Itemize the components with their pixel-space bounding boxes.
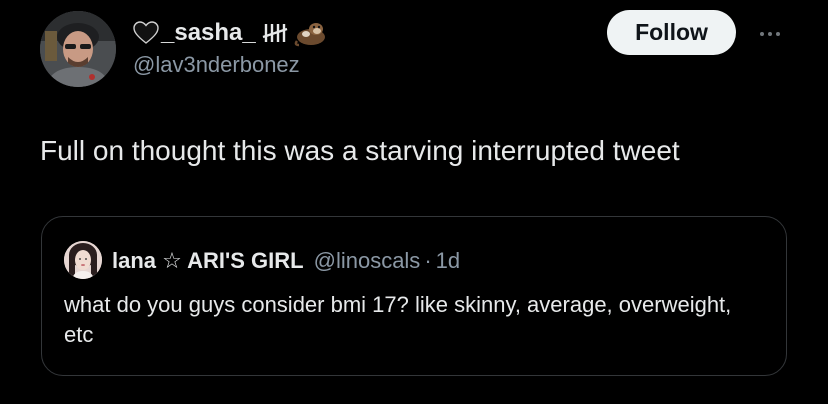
author-avatar-image [40,11,116,87]
quoted-author-avatar[interactable] [64,241,102,279]
tweet-text: Full on thought this was a starving inte… [40,135,680,166]
otter-icon [294,23,325,47]
author-display-name[interactable]: _sasha_ [133,17,328,49]
quoted-avatar-image [64,241,102,279]
author-name-text: _sasha_ [161,19,256,46]
author-avatar[interactable] [40,11,116,87]
more-dot-icon [768,32,772,36]
quoted-handle[interactable]: @linoscals [314,248,421,274]
quoted-separator: · [424,248,432,273]
follow-button[interactable]: Follow [607,10,736,55]
more-dot-icon [760,32,764,36]
black-heart-icon [133,21,159,44]
quoted-tweet-card[interactable]: lana ☆ ARI'S GIRL @linoscals · 1d what d… [41,216,787,376]
tally-marks-icon [262,24,288,42]
more-dot-icon [776,32,780,36]
more-options-button[interactable] [752,22,788,46]
quoted-display-name[interactable]: lana ☆ ARI'S GIRL [112,248,304,274]
quoted-header: lana ☆ ARI'S GIRL @linoscals · 1d [112,245,460,277]
author-handle[interactable]: @lav3nderbonez [133,52,300,78]
quoted-tweet-text: what do you guys consider bmi 17? like s… [64,292,732,347]
quoted-timestamp[interactable]: 1d [436,248,460,274]
